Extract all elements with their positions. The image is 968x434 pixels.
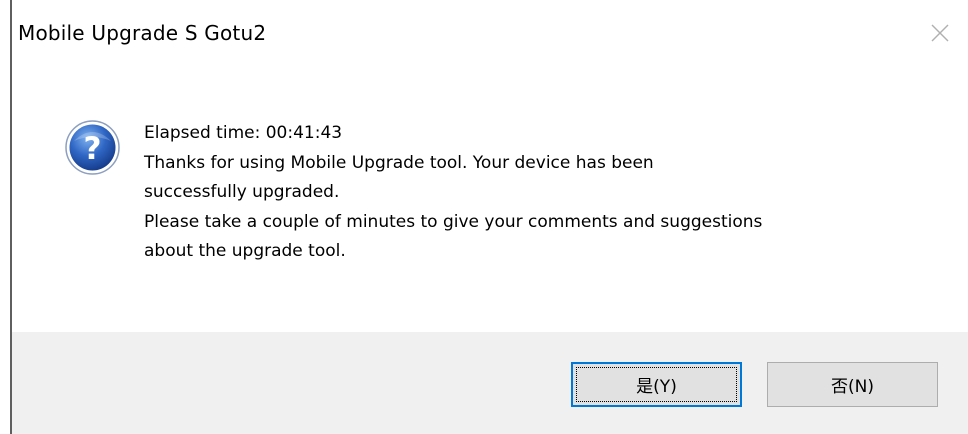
question-icon: ? xyxy=(64,119,121,176)
focus-rectangle xyxy=(576,367,737,402)
dialog-message: Elapsed time: 00:41:43 Thanks for using … xyxy=(144,119,762,267)
message-dialog: Mobile Upgrade S Gotu2 ? Elapsed time: 0… xyxy=(0,0,968,434)
message-line: about the upgrade tool. xyxy=(144,241,346,261)
close-icon[interactable] xyxy=(925,18,955,48)
window-title: Mobile Upgrade S Gotu2 xyxy=(18,21,267,45)
message-line: successfully upgraded. xyxy=(144,182,340,202)
no-button-label: 否(N) xyxy=(831,377,874,397)
message-line: Please take a couple of minutes to give … xyxy=(144,211,763,232)
message-line: Thanks for using Mobile Upgrade tool. Yo… xyxy=(144,152,654,173)
svg-text:?: ? xyxy=(84,131,102,167)
yes-button[interactable]: 是(Y) xyxy=(571,362,742,407)
no-button[interactable]: 否(N) xyxy=(767,362,938,407)
message-line: Elapsed time: 00:41:43 xyxy=(144,123,343,143)
